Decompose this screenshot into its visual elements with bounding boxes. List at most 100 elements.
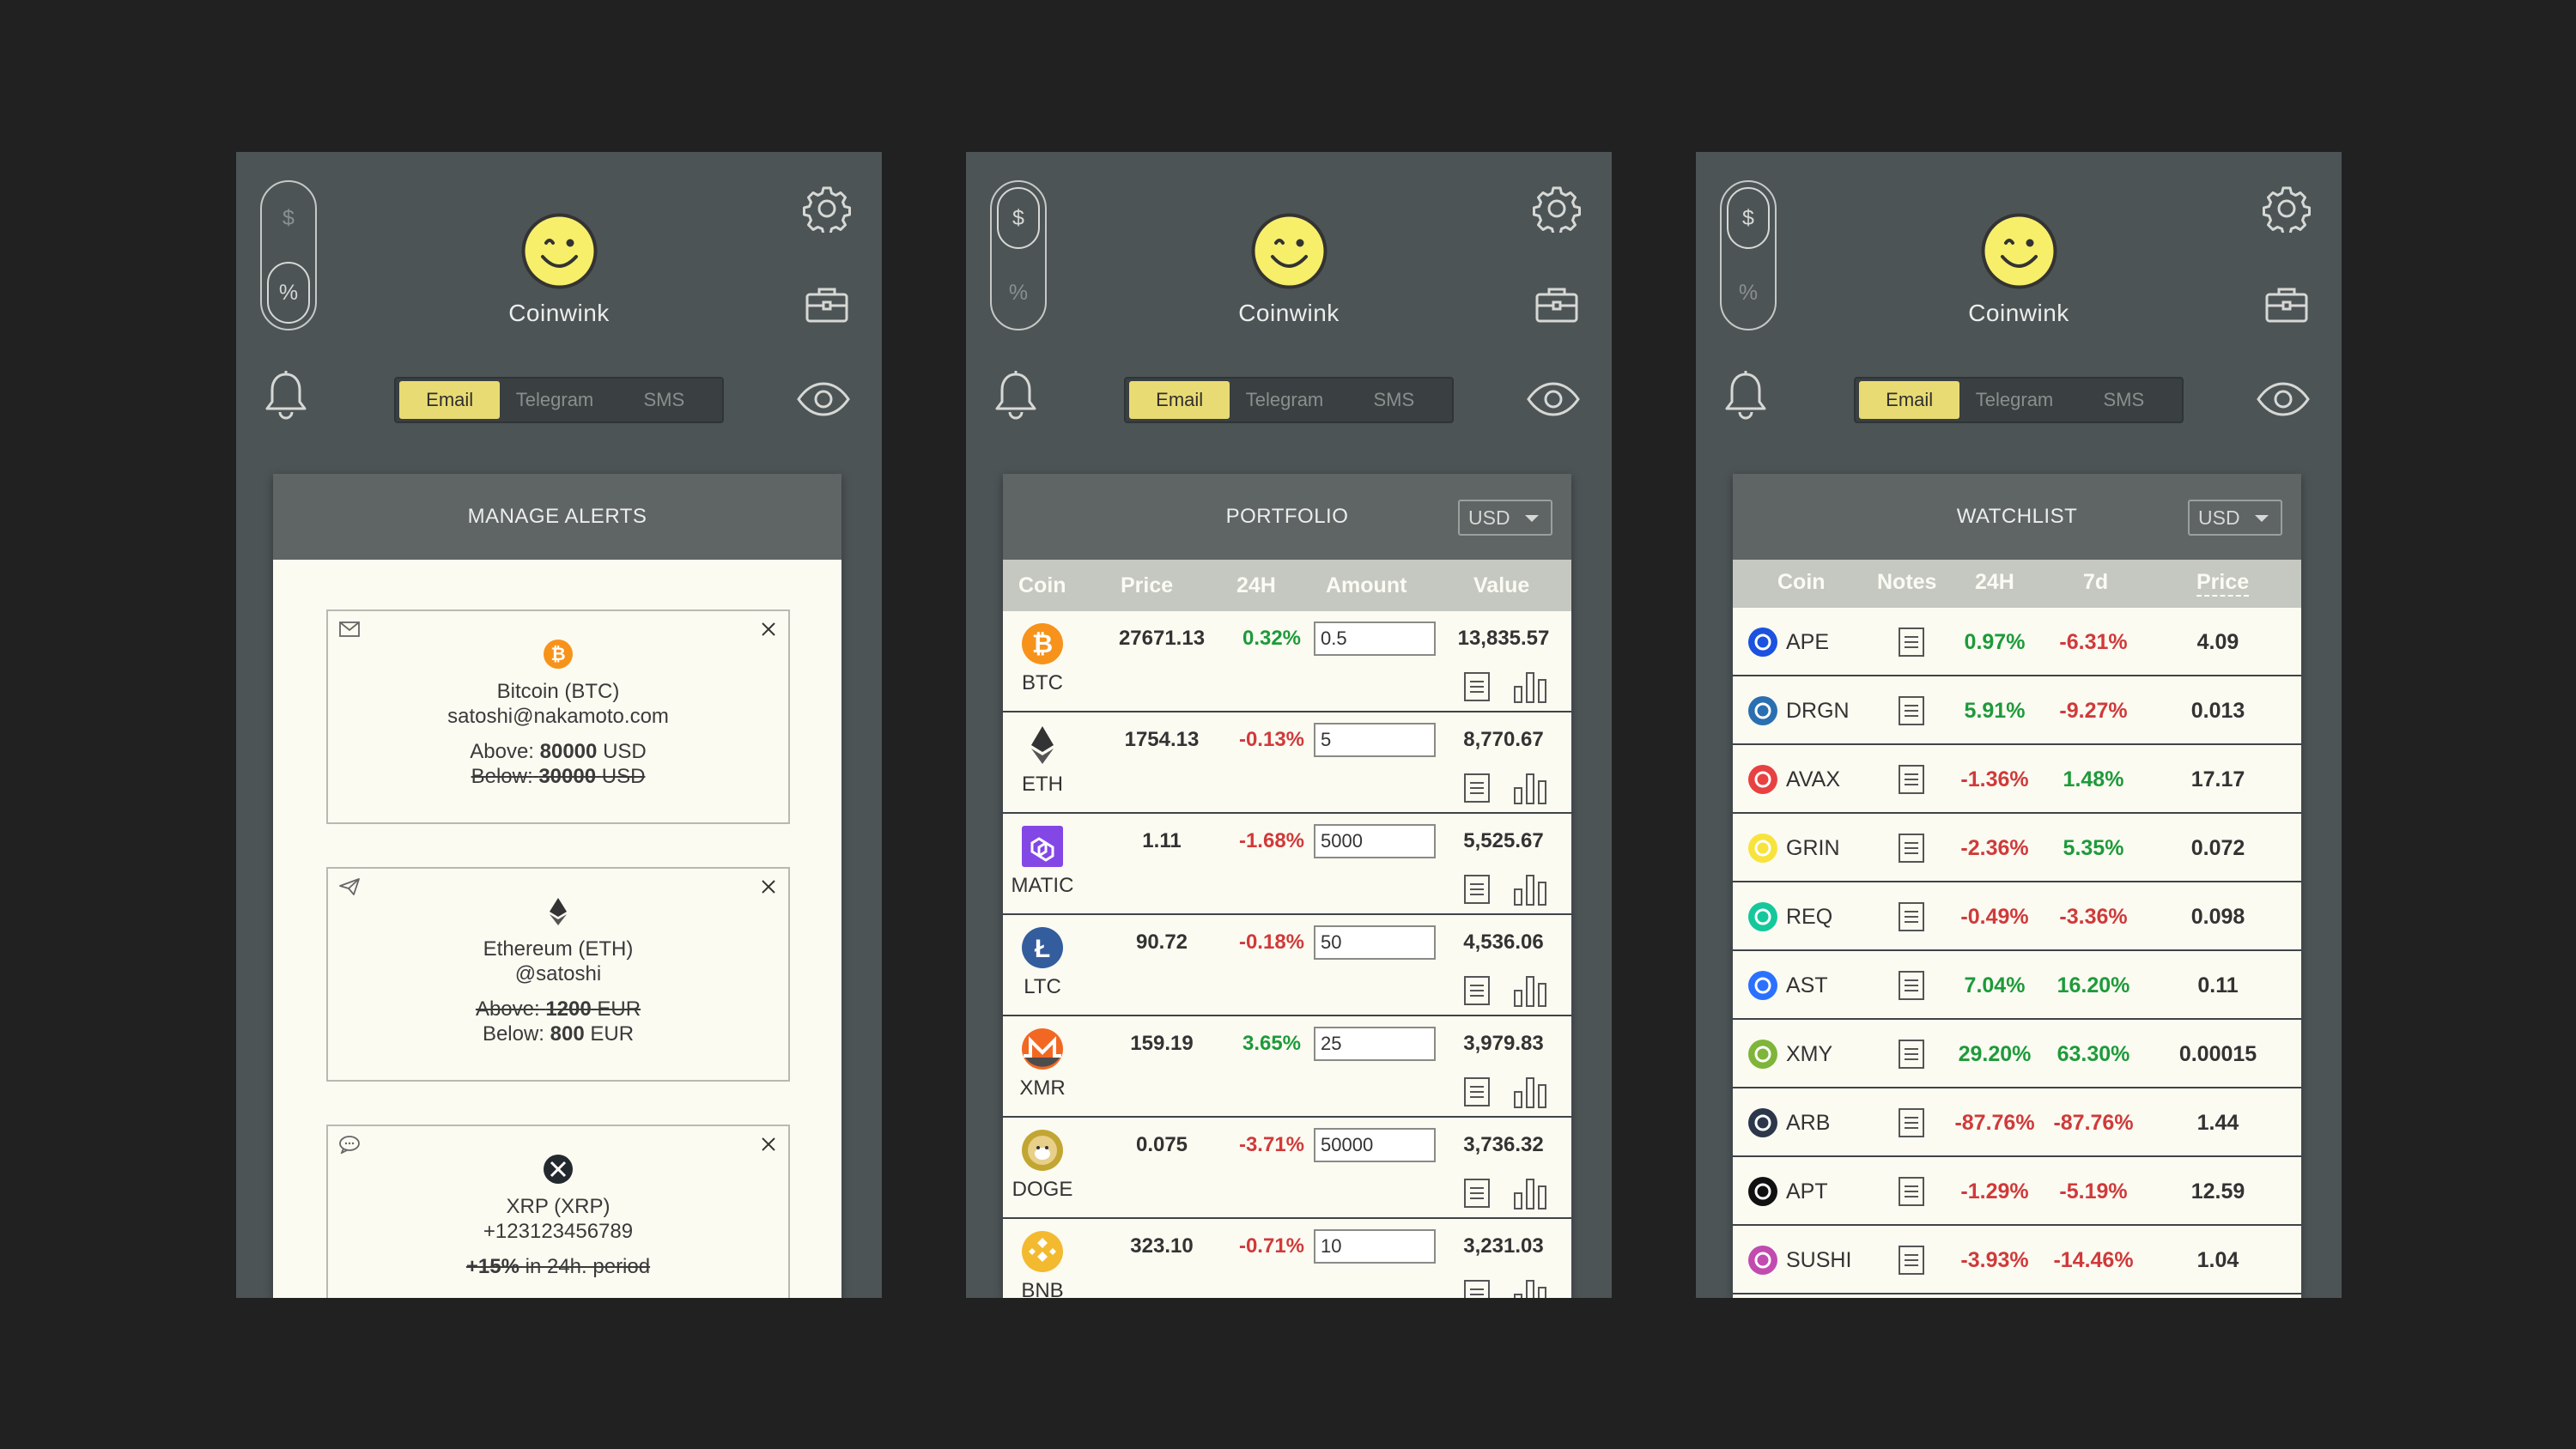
bar-chart-icon[interactable] (1513, 771, 1547, 805)
currency-select[interactable]: USD (1458, 500, 1552, 536)
note-icon[interactable] (1898, 833, 1925, 864)
amount-input[interactable] (1314, 723, 1436, 757)
table-row[interactable]: ARB -87.76% -87.76% 1.44 (1733, 1088, 2301, 1157)
table-row[interactable]: GRIN -2.36% 5.35% 0.072 (1733, 814, 2301, 882)
channel-tab-email[interactable]: Email (1859, 381, 1960, 419)
note-icon[interactable] (1898, 1176, 1925, 1207)
note-icon[interactable] (1898, 764, 1925, 795)
amount-input[interactable] (1314, 1229, 1436, 1264)
notification-channel-selector[interactable]: Email Telegram SMS (1854, 377, 2184, 423)
channel-tab-email[interactable]: Email (1129, 381, 1230, 419)
notification-channel-selector[interactable]: Email Telegram SMS (394, 377, 724, 423)
amount-input[interactable] (1314, 1128, 1436, 1162)
table-row[interactable]: XMY 29.20% 63.30% 0.00015 (1733, 1020, 2301, 1088)
channel-tab-telegram[interactable]: Telegram (1230, 381, 1339, 419)
eye-icon[interactable] (2256, 381, 2311, 417)
bell-icon[interactable] (992, 370, 1040, 421)
channel-tab-telegram[interactable]: Telegram (500, 381, 609, 419)
arbitrum-icon (1748, 1108, 1777, 1137)
column-coin[interactable]: Coin (1777, 570, 1826, 595)
request-icon (1748, 902, 1777, 931)
column-24h[interactable]: 24H (1236, 573, 1276, 598)
note-icon[interactable] (1463, 975, 1491, 1006)
table-row[interactable]: SUSHI -3.93% -14.46% 1.04 (1733, 1226, 2301, 1294)
table-row[interactable]: APT -1.29% -5.19% 12.59 (1733, 1157, 2301, 1226)
eye-icon[interactable] (1526, 381, 1581, 417)
gear-icon[interactable] (1533, 185, 1581, 233)
table-row[interactable]: APE 0.97% -6.31% 4.09 (1733, 608, 2301, 676)
note-icon[interactable] (1463, 1279, 1491, 1298)
amount-input[interactable] (1314, 621, 1436, 656)
table-row[interactable]: AST 7.04% 16.20% 0.11 (1733, 951, 2301, 1020)
monero-icon (1022, 1028, 1063, 1070)
bar-chart-icon[interactable] (1513, 973, 1547, 1008)
amount-input[interactable] (1314, 1027, 1436, 1061)
amount-input[interactable] (1314, 824, 1436, 858)
column-24h[interactable]: 24H (1975, 570, 2014, 595)
app-name: Coinwink (508, 300, 610, 326)
table-row[interactable]: DRGN 5.91% -9.27% 0.013 (1733, 676, 2301, 745)
note-icon[interactable] (1898, 901, 1925, 932)
apecoin-icon (1748, 627, 1777, 657)
change-7d: -14.46% (2053, 1248, 2134, 1272)
note-icon[interactable] (1898, 627, 1925, 658)
coin-symbol: DRGN (1786, 699, 1850, 723)
note-icon[interactable] (1898, 1245, 1925, 1276)
eye-icon[interactable] (796, 381, 851, 417)
change-7d: 16.20% (2057, 973, 2130, 997)
coin-symbol: SUSHI (1786, 1248, 1852, 1272)
note-icon[interactable] (1463, 1178, 1491, 1209)
alert-coin-name: XRP (XRP) (506, 1195, 611, 1218)
app-name: Coinwink (1238, 300, 1340, 326)
dollar-mode-button[interactable]: $ (997, 187, 1040, 249)
speech-bubble-icon (339, 1136, 360, 1154)
coin-price: 1.11 (1142, 829, 1182, 852)
column-amount[interactable]: Amount (1326, 573, 1406, 598)
bar-chart-icon[interactable] (1513, 1176, 1547, 1210)
channel-tab-sms[interactable]: SMS (610, 381, 719, 419)
close-icon[interactable] (759, 877, 778, 896)
amount-input[interactable] (1314, 925, 1436, 960)
channel-tab-telegram[interactable]: Telegram (1959, 381, 2069, 419)
column-notes[interactable]: Notes (1877, 570, 1936, 595)
close-icon[interactable] (759, 620, 778, 639)
note-icon[interactable] (1463, 671, 1491, 702)
note-icon[interactable] (1898, 970, 1925, 1001)
bell-icon[interactable] (262, 370, 310, 421)
table-row[interactable]: REQ -0.49% -3.36% 0.098 (1733, 882, 2301, 951)
note-icon[interactable] (1898, 1107, 1925, 1138)
bar-chart-icon[interactable] (1513, 872, 1547, 906)
column-7d[interactable]: 7d (2083, 570, 2108, 595)
gear-icon[interactable] (2263, 185, 2311, 233)
channel-tab-sms[interactable]: SMS (1340, 381, 1449, 419)
column-price-sort[interactable]: Price (2196, 570, 2250, 597)
briefcase-icon[interactable] (2264, 285, 2309, 324)
bar-chart-icon[interactable] (1513, 670, 1547, 704)
bar-chart-icon[interactable] (1513, 1075, 1547, 1109)
alert-below-condition: Below: 800 EUR (482, 1022, 635, 1046)
channel-tab-email[interactable]: Email (399, 381, 501, 419)
table-row[interactable]: AVAX -1.36% 1.48% 17.17 (1733, 745, 2301, 814)
bar-chart-icon[interactable] (1513, 1277, 1547, 1298)
column-price[interactable]: Price (1121, 573, 1173, 598)
briefcase-icon[interactable] (805, 285, 849, 324)
column-value[interactable]: Value (1473, 573, 1529, 598)
coin-change-24h: -0.71% (1238, 1234, 1305, 1258)
note-icon[interactable] (1898, 695, 1925, 726)
gear-icon[interactable] (803, 185, 851, 233)
channel-tab-sms[interactable]: SMS (2069, 381, 2178, 419)
close-icon[interactable] (759, 1135, 778, 1154)
briefcase-icon[interactable] (1534, 285, 1579, 324)
note-icon[interactable] (1463, 874, 1491, 905)
dollar-mode-button[interactable]: $ (1727, 187, 1770, 249)
note-icon[interactable] (1463, 773, 1491, 803)
table-row: Ł LTC 90.72 -0.18% 4,536.06 (1003, 915, 1571, 1016)
holding-value: 13,835.57 (1457, 627, 1550, 650)
bell-icon[interactable] (1722, 370, 1770, 421)
dollar-mode-button[interactable]: $ (267, 187, 310, 249)
column-coin[interactable]: Coin (1018, 573, 1066, 598)
notification-channel-selector[interactable]: Email Telegram SMS (1124, 377, 1454, 423)
currency-select[interactable]: USD (2188, 500, 2282, 536)
note-icon[interactable] (1898, 1039, 1925, 1070)
note-icon[interactable] (1463, 1076, 1491, 1107)
